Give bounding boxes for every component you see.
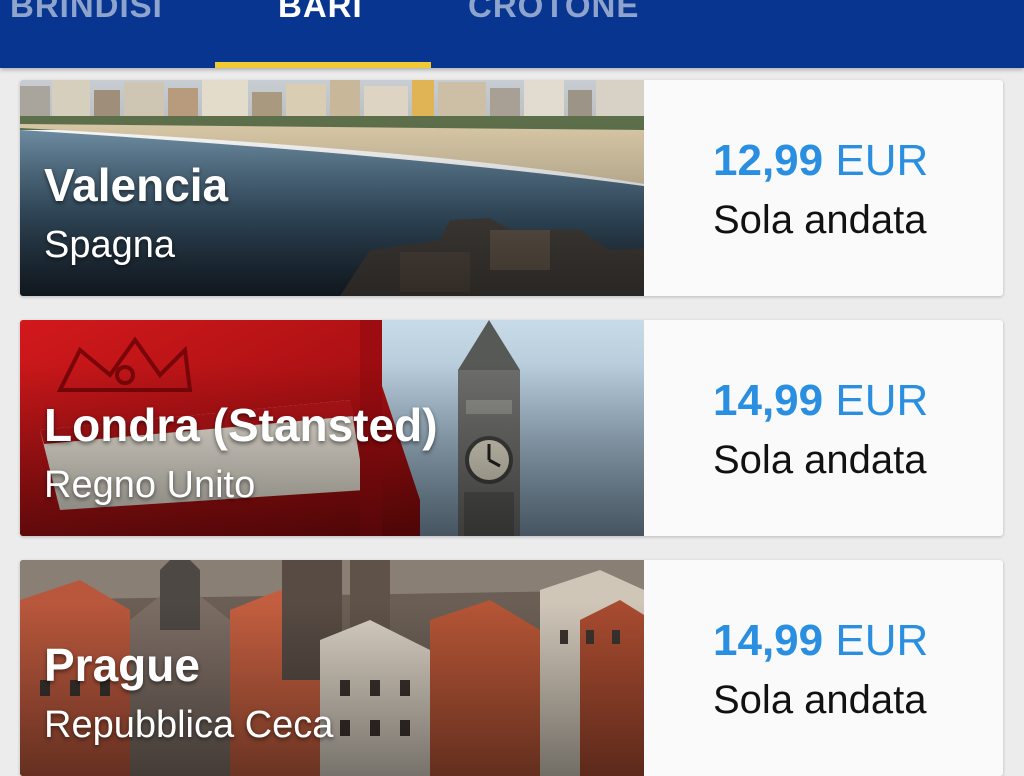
fare-amount: 14,99 [713,616,824,665]
destination-country: Spagna [44,224,176,266]
destination-country: Regno Unito [44,464,256,506]
fare-currency: EUR [835,136,929,185]
tab-brindisi[interactable]: BRINDISI [10,0,163,26]
fare-price: 14,99 EUR [713,376,928,426]
fare-info: 12,99 EUR Sola andata [644,80,1003,296]
destination-country: Repubblica Ceca [44,704,334,746]
fare-currency: EUR [835,376,929,425]
destination-card-london[interactable]: Londra (Stansted) Regno Unito 14,99 EUR … [20,320,1003,536]
fare-info: 14,99 EUR Sola andata [644,560,1003,776]
fare-currency: EUR [835,616,929,665]
fare-info: 14,99 EUR Sola andata [644,320,1003,536]
destination-card-prague[interactable]: Prague Repubblica Ceca 14,99 EUR Sola an… [20,560,1003,776]
fare-amount: 14,99 [713,376,824,425]
fare-amount: 12,99 [713,136,824,185]
tab-bari[interactable]: BARI [278,0,363,26]
destination-city: Londra (Stansted) [44,399,438,451]
destination-tab-bar: BRINDISI BARI CROTONE [0,0,1024,68]
destination-city: Valencia [44,159,229,211]
trip-type: Sola andata [713,438,927,482]
phone-box-big-ben-image: Londra (Stansted) Regno Unito [20,320,644,536]
trip-type: Sola andata [713,198,927,242]
tab-crotone[interactable]: CROTONE [468,0,639,26]
fare-price: 14,99 EUR [713,616,928,666]
selected-tab-indicator [215,62,431,68]
fare-price: 12,99 EUR [713,136,928,186]
destination-card-valencia[interactable]: Valencia Spagna 12,99 EUR Sola andata [20,80,1003,296]
trip-type: Sola andata [713,678,927,722]
beach-skyline-image: Valencia Spagna [20,80,644,296]
destination-city: Prague [44,639,200,691]
prague-old-town-image: Prague Repubblica Ceca [20,560,644,776]
